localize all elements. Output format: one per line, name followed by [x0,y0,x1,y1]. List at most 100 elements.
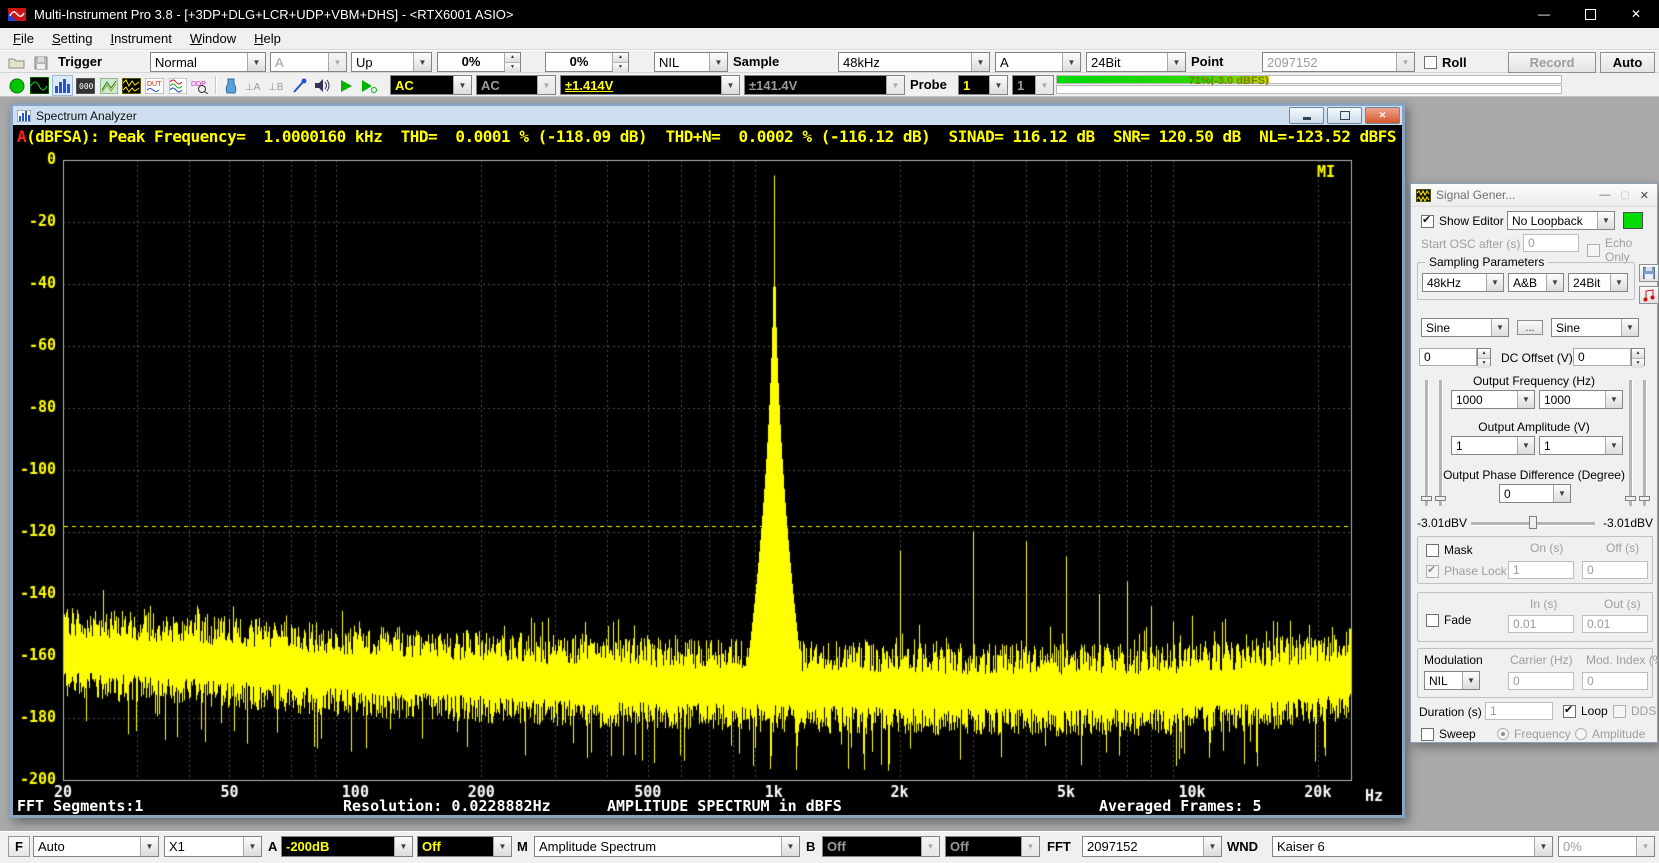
trigger-hpf-select[interactable]: NIL▼ [654,52,728,72]
amplitude-a-select[interactable]: 1▼ [1451,436,1535,455]
data-logger-icon[interactable] [121,75,142,96]
signal-generator-titlebar[interactable]: Signal Gener... — ▢ ✕ [1411,184,1657,207]
loopback-select[interactable]: No Loopback▼ [1507,211,1615,230]
device-test-plan-icon[interactable]: DUT [144,75,165,96]
roll-checkbox[interactable]: Roll [1424,55,1467,70]
zoom-select[interactable]: X1▼ [164,836,262,857]
dds-checkbox: DDS [1613,704,1656,718]
a-shift-select[interactable]: Off▼ [417,836,512,857]
modulation-select[interactable]: NIL▼ [1424,671,1480,690]
amplitude-fader-b2[interactable] [1643,380,1647,506]
spectrum-window-titlebar[interactable]: Spectrum Analyzer ✕ [13,106,1402,125]
trigger-source-select: A▼ [270,52,347,72]
siggen-bits-select[interactable]: 24Bit▼ [1568,273,1628,292]
sampling-rate-select[interactable]: 48kHz▼ [838,52,990,72]
spectrum-minimize-button[interactable] [1289,107,1324,124]
fade-checkbox[interactable]: Fade [1426,613,1471,627]
spectrum-analyzer-icon[interactable] [52,75,73,96]
multimeter-icon[interactable]: 000 [75,75,96,96]
dc-offset-a-spinner[interactable]: ▲▼ [1477,348,1491,366]
sampling-bits-select[interactable]: 24Bit▼ [1086,52,1186,72]
cursor-reader-icon[interactable] [289,75,310,96]
sound-device-icon[interactable] [312,75,333,96]
dc-offset-b-input[interactable]: 0 [1573,348,1631,366]
fader-handle-b1[interactable] [1625,496,1636,501]
run-icon[interactable] [6,75,27,96]
spectrum-close-button[interactable]: ✕ [1365,107,1400,124]
auto-button[interactable]: Auto [1600,52,1655,73]
spectrum-plot[interactable] [13,125,1402,815]
app-close-button[interactable]: ✕ [1613,0,1659,28]
multi-instrument-logo-icon [8,8,26,21]
menu-instrument[interactable]: Instrument [101,29,180,48]
waveform-more-button[interactable]: ... [1517,320,1543,335]
svg-text:DUT: DUT [147,81,162,88]
siggen-minimize-button[interactable]: — [1599,189,1610,201]
mask-off-label: Off (s) [1606,541,1639,555]
siggen-save-button[interactable] [1639,264,1659,282]
dc-offset-a-input[interactable]: 0 [1419,348,1477,366]
fader-handle-a1[interactable] [1421,496,1432,501]
probe-a-select[interactable]: 1▼ [958,75,1008,95]
generator-run-indicator[interactable] [1623,212,1643,229]
balance-slider-handle[interactable] [1529,516,1537,529]
output-phase-label: Output Phase Difference (Degree) [1411,468,1657,482]
siggen-sampling-rate-select[interactable]: 48kHz▼ [1422,273,1504,292]
menu-help[interactable]: Help [245,29,290,48]
frequency-axis-select[interactable]: Auto▼ [33,836,159,857]
frequency-a-select[interactable]: 1000▼ [1451,390,1535,409]
a-range-select[interactable]: -200dB▼ [281,836,413,857]
frequency-b-select[interactable]: 1000▼ [1539,390,1623,409]
menu-setting[interactable]: Setting [43,29,101,48]
siggen-channels-select[interactable]: A&B▼ [1508,273,1564,292]
phase-difference-select[interactable]: 0▼ [1499,484,1571,503]
amplitude-fader-a2[interactable] [1439,380,1443,506]
range-a-select[interactable]: ±1.414V▼ [560,75,740,95]
amplitude-fader-a1[interactable] [1425,380,1429,506]
menu-file[interactable]: File [4,29,43,48]
save-icon[interactable] [30,52,51,73]
ddp-viewer-icon[interactable]: DDP [190,75,211,96]
trigger-delay-spinner[interactable]: 0%▲▼ [545,52,629,72]
trigger-level-spinner[interactable]: 0%▲▼ [437,52,521,72]
fader-handle-b2[interactable] [1639,496,1650,501]
display-mode-select[interactable]: Amplitude Spectrum▼ [534,836,800,857]
open-file-icon[interactable] [6,52,27,73]
resolution-text: Resolution: 0.0228882Hz [343,797,551,815]
waveform-a-select[interactable]: Sine▼ [1421,318,1509,337]
menu-window[interactable]: Window [181,29,245,48]
fft-size-select[interactable]: 2097152▼ [1082,836,1222,857]
fader-handle-a2[interactable] [1435,496,1446,501]
amplitude-fader-b1[interactable] [1629,380,1633,506]
play-icon[interactable] [335,75,356,96]
play-loop-icon[interactable] [358,75,379,96]
vibrometer-icon[interactable] [167,75,188,96]
siggen-close-button[interactable]: ✕ [1640,189,1649,202]
svg-text:DDP: DDP [191,81,206,88]
show-editor-checkbox[interactable]: Show Editor [1421,214,1504,228]
mask-checkbox[interactable]: Mask [1426,543,1473,557]
oscilloscope-icon[interactable] [29,75,50,96]
mask-group: Mask On (s) Off (s) Phase Lock 1 0 [1417,536,1653,584]
loop-checkbox[interactable]: Loop [1563,704,1608,718]
b-shift-select: Off▼ [945,836,1040,857]
amplitude-b-select[interactable]: 1▼ [1539,436,1623,455]
sample-label: Sample [733,52,779,72]
carrier-label: Carrier (Hz) [1510,653,1573,667]
waveform-b-select[interactable]: Sine▼ [1551,318,1639,337]
sampling-channel-select[interactable]: A▼ [995,52,1081,72]
derived-data-icon[interactable] [220,75,241,96]
app-maximize-button[interactable] [1567,0,1613,28]
spectrum-3d-plot-icon[interactable] [98,75,119,96]
spectrum-restore-button[interactable] [1327,107,1362,124]
window-function-select[interactable]: Kaiser 6▼ [1272,836,1553,857]
sweep-checkbox[interactable]: Sweep [1421,727,1476,741]
coupling-a-select[interactable]: AC▼ [390,75,472,95]
trigger-mode-select[interactable]: Normal▼ [150,52,266,72]
sampling-parameters-group: Sampling Parameters 48kHz▼ A&B▼ 24Bit▼ [1417,262,1635,300]
siggen-notes-button[interactable] [1639,286,1659,304]
trigger-edge-select[interactable]: Up▼ [351,52,432,72]
reference-b-icon: ⊥B [266,75,287,96]
app-minimize-button[interactable]: — [1521,0,1567,28]
dc-offset-b-spinner[interactable]: ▲▼ [1631,348,1645,366]
